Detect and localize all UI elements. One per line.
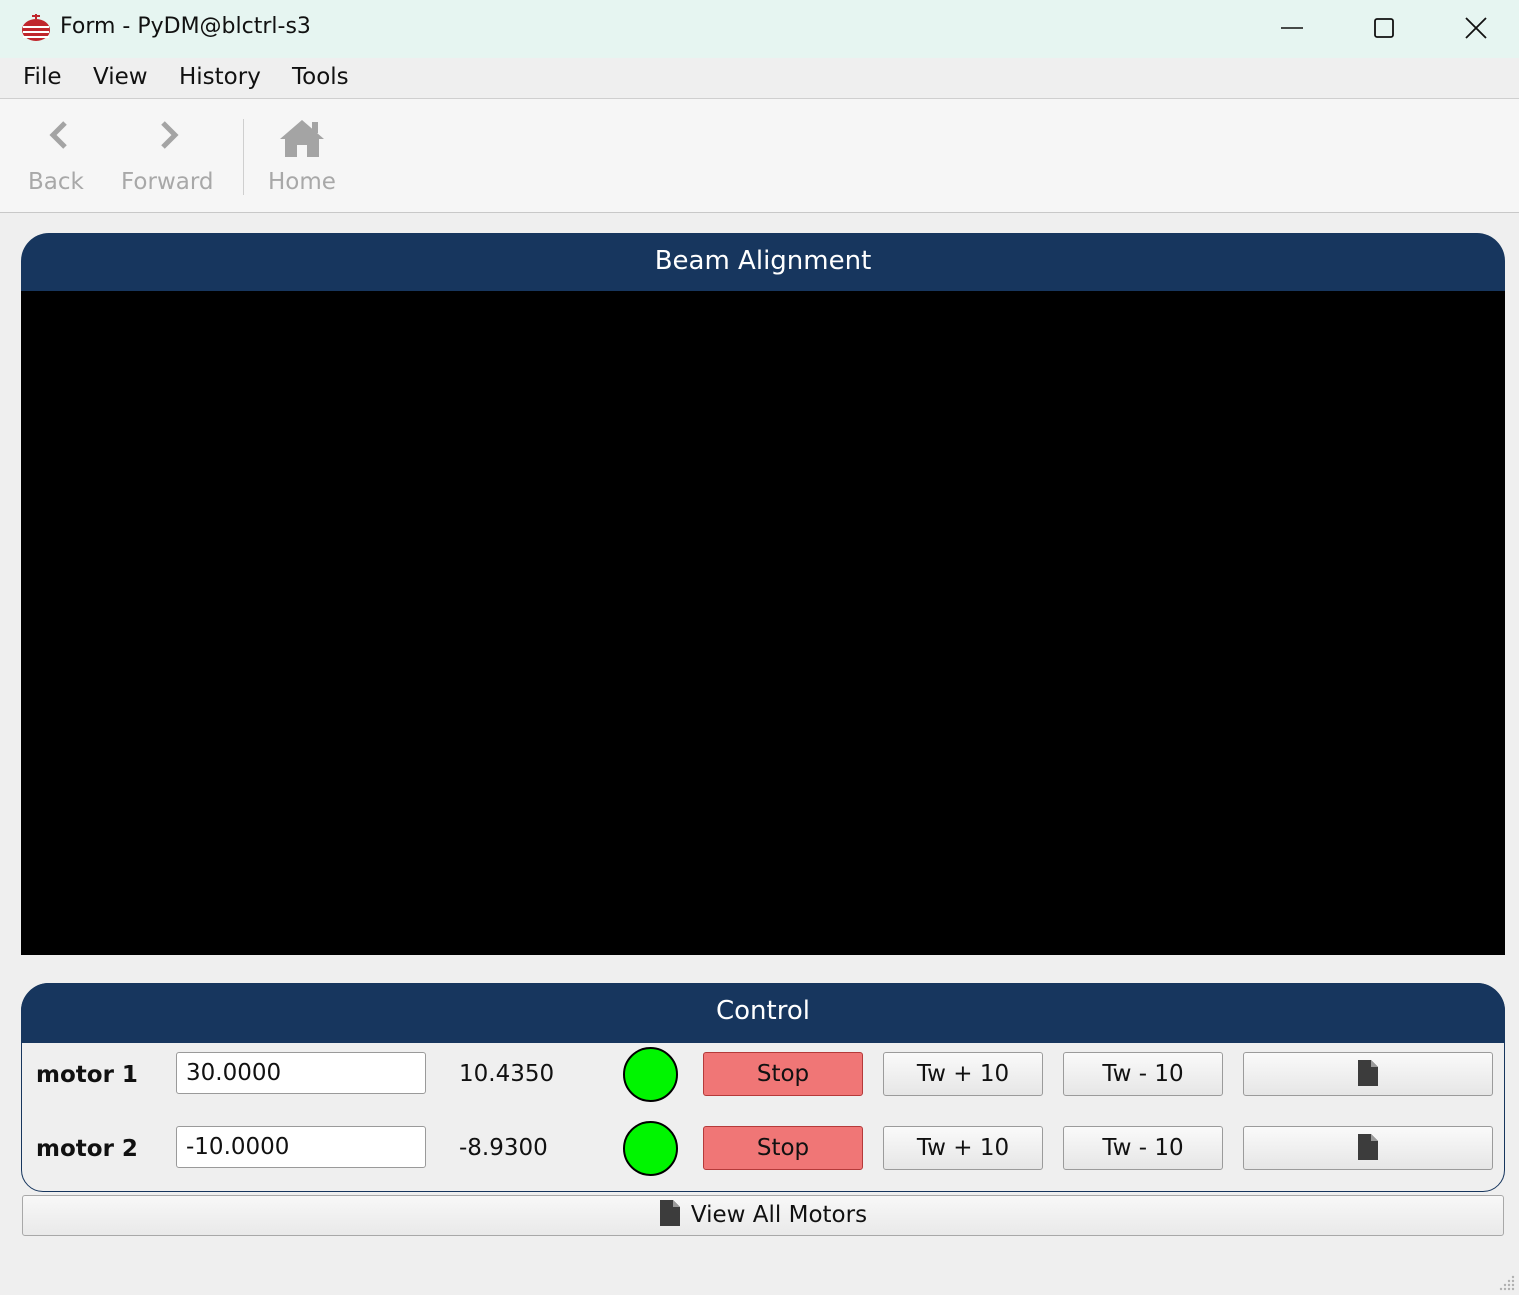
home-button[interactable]: Home	[262, 99, 342, 212]
document-icon	[1358, 1133, 1378, 1160]
motor-2-label: motor 2	[36, 1136, 138, 1162]
motor-2-setpoint-input[interactable]	[176, 1126, 426, 1168]
motor-1-stop-button[interactable]: Stop	[703, 1052, 863, 1096]
motor-1-tweak-plus-button[interactable]: Tw + 10	[883, 1052, 1043, 1096]
pydm-app-icon	[22, 14, 50, 41]
motor-1-details-button[interactable]	[1243, 1052, 1493, 1096]
forward-button[interactable]: Forward	[118, 99, 222, 212]
document-icon	[1358, 1059, 1378, 1086]
motor-1-readback: 10.4350	[459, 1061, 555, 1087]
motor-2-status-led	[623, 1121, 678, 1176]
maximize-button[interactable]	[1338, 0, 1430, 58]
menu-bar: File View History Tools	[0, 58, 1519, 99]
view-all-motors-button[interactable]: View All Motors	[22, 1195, 1504, 1236]
toolbar-separator	[243, 119, 244, 195]
menu-tools[interactable]: Tools	[292, 64, 349, 90]
control-header: Control	[21, 983, 1505, 1043]
beam-alignment-header: Beam Alignment	[21, 233, 1505, 291]
motor-2-tweak-minus-button[interactable]: Tw - 10	[1063, 1126, 1223, 1170]
chevron-right-icon	[161, 121, 179, 149]
chevron-left-icon	[49, 121, 67, 149]
close-icon	[1465, 17, 1487, 39]
camera-image-view[interactable]	[21, 291, 1505, 955]
window-title: Form - PyDM@blctrl-s3	[60, 14, 311, 39]
motor-2-tweak-plus-button[interactable]: Tw + 10	[883, 1126, 1043, 1170]
minimize-icon	[1281, 27, 1303, 29]
motor-2-details-button[interactable]	[1243, 1126, 1493, 1170]
beam-alignment-title: Beam Alignment	[654, 246, 872, 276]
forward-label: Forward	[121, 169, 214, 195]
document-icon	[659, 1200, 680, 1226]
motor-1-label: motor 1	[36, 1062, 138, 1088]
motor-1-status-led	[623, 1047, 678, 1102]
motor-1-tweak-minus-button[interactable]: Tw - 10	[1063, 1052, 1223, 1096]
home-icon	[280, 120, 324, 157]
back-label: Back	[28, 169, 84, 195]
menu-history[interactable]: History	[179, 64, 261, 90]
view-all-motors-label: View All Motors	[690, 1202, 868, 1228]
minimize-button[interactable]	[1246, 0, 1338, 58]
home-label: Home	[268, 169, 336, 195]
control-title: Control	[716, 996, 810, 1026]
motor-2-stop-button[interactable]: Stop	[703, 1126, 863, 1170]
motor-1-setpoint-input[interactable]	[176, 1052, 426, 1094]
resize-grip-icon[interactable]	[1496, 1272, 1516, 1292]
window-titlebar: Form - PyDM@blctrl-s3	[0, 0, 1519, 58]
menu-file[interactable]: File	[23, 64, 62, 90]
motor-2-readback: -8.9300	[459, 1135, 548, 1161]
close-button[interactable]	[1430, 0, 1519, 58]
back-button[interactable]: Back	[22, 99, 94, 212]
navigation-toolbar: Back Forward Home	[0, 99, 1519, 213]
menu-view[interactable]: View	[93, 64, 148, 90]
maximize-icon	[1374, 18, 1394, 38]
